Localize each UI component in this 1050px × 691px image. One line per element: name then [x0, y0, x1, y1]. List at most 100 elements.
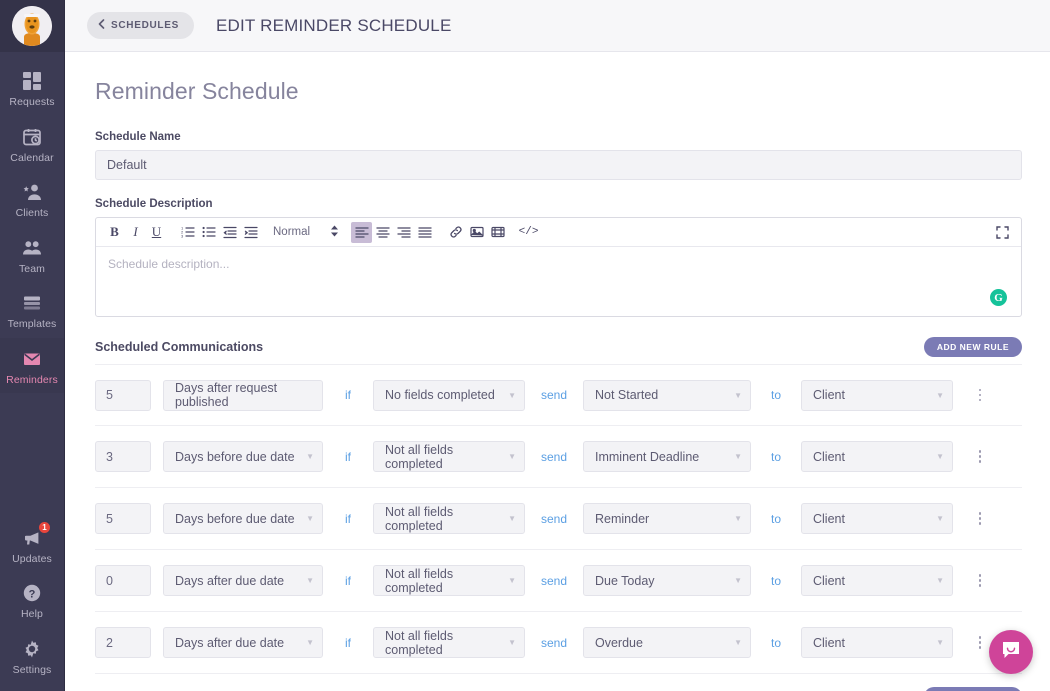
sidebar-item-team[interactable]: Team: [0, 227, 64, 283]
rule-when-select[interactable]: Days after due date ▼: [163, 627, 323, 658]
rule-recipient-select[interactable]: Client ▼: [801, 503, 953, 534]
rule-template-select[interactable]: Imminent Deadline ▼: [583, 441, 751, 472]
chevron-updown-icon: [330, 225, 339, 240]
bold-icon[interactable]: B: [104, 222, 125, 243]
sidebar-item-clients[interactable]: Clients: [0, 171, 64, 227]
rule-options-menu[interactable]: [969, 444, 991, 470]
rule-condition-select[interactable]: No fields completed ▼: [373, 379, 525, 411]
outdent-icon[interactable]: [219, 222, 240, 243]
italic-icon[interactable]: I: [125, 222, 146, 243]
bullet-list-icon[interactable]: [198, 222, 219, 243]
rule-options-menu[interactable]: [969, 568, 991, 594]
sidebar-item-label: Reminders: [6, 373, 58, 386]
rule-row: 5 Days after request published if No fields…: [95, 364, 1022, 426]
people-icon: [22, 237, 42, 259]
editor-toolbar: B I U 123 Normal </>: [96, 218, 1021, 247]
chevron-down-icon: ▼: [936, 390, 944, 400]
align-right-icon[interactable]: [393, 222, 414, 243]
sidebar-item-reminders[interactable]: Reminders: [0, 337, 64, 393]
rule-when-value: Days before due date: [175, 511, 295, 526]
image-icon[interactable]: [466, 222, 487, 243]
video-icon[interactable]: [487, 222, 508, 243]
rule-condition-value: No fields completed: [385, 388, 495, 402]
indent-icon[interactable]: [240, 222, 261, 243]
align-left-icon[interactable]: [351, 221, 373, 243]
rule-days-input[interactable]: 2: [95, 627, 151, 658]
add-new-rule-button-scheduled[interactable]: ADD NEW RULE: [923, 337, 1022, 357]
chevron-down-icon: ▼: [734, 638, 742, 647]
rule-template-select[interactable]: Due Today ▼: [583, 565, 751, 596]
rule-recipient-value: Client: [813, 635, 845, 650]
rule-recipient-select[interactable]: Client ▼: [801, 565, 953, 596]
rule-condition-select[interactable]: Not all fields completed ▼: [373, 503, 525, 534]
sidebar-item-help[interactable]: ? Help: [0, 572, 64, 628]
rule-row: 5 Days before due date ▼ if Not all fields c…: [95, 488, 1022, 550]
rule-condition-value: Not all fields completed: [385, 504, 454, 533]
rule-when-select[interactable]: Days after due date ▼: [163, 565, 323, 596]
rule-when-select[interactable]: Days before due date ▼: [163, 441, 323, 472]
rule-condition-select[interactable]: Not all fields completed ▼: [373, 565, 525, 596]
sidebar-item-label: Requests: [9, 96, 55, 108]
sidebar-item-settings[interactable]: Settings: [0, 628, 64, 684]
page-title: Reminder Schedule: [95, 78, 299, 104]
updates-badge: 1: [38, 520, 51, 534]
expand-icon[interactable]: [993, 223, 1011, 241]
format-select[interactable]: Normal: [267, 225, 345, 240]
chat-widget-button[interactable]: [989, 630, 1033, 674]
schedule-description-textarea[interactable]: Schedule description... G: [96, 247, 1021, 316]
underline-icon[interactable]: U: [146, 222, 167, 243]
rule-condition-select[interactable]: Not all fields completed ▼: [373, 441, 525, 472]
sidebar-item-updates[interactable]: 1 Updates: [0, 517, 64, 573]
rule-days-input[interactable]: 3: [95, 441, 151, 472]
ordered-list-icon[interactable]: 123: [177, 222, 198, 243]
rule-when-select[interactable]: Days before due date ▼: [163, 503, 323, 534]
sidebar-item-requests[interactable]: Requests: [0, 60, 64, 116]
rule-conjunction-send: send: [540, 635, 568, 650]
rule-options-menu[interactable]: [969, 630, 991, 656]
schedule-name-label: Schedule Name: [95, 131, 181, 143]
chevron-down-icon: ▼: [508, 576, 516, 585]
chevron-down-icon: ▼: [508, 452, 516, 461]
rule-recipient-select[interactable]: Client ▼: [801, 441, 953, 472]
rule-days-input[interactable]: 5: [95, 503, 151, 534]
rule-template-select[interactable]: Overdue ▼: [583, 627, 751, 658]
rule-days-input[interactable]: 0: [95, 565, 151, 596]
rule-recipient-value: Client: [813, 511, 845, 526]
rule-template-select[interactable]: Not Started ▼: [583, 379, 751, 411]
avatar-container[interactable]: [0, 0, 64, 52]
layers-icon: [22, 292, 42, 314]
rule-when-value: Days after due date: [175, 635, 285, 650]
align-center-icon[interactable]: [372, 222, 393, 243]
schedule-name-input[interactable]: Default: [95, 150, 1022, 180]
event-notifications-header: Event Notifications ADD NEW RULE: [95, 687, 1022, 691]
rule-options-menu[interactable]: [969, 382, 991, 408]
grid-icon: [22, 70, 42, 92]
sidebar-nav-bottom: 1 Updates ? Help Settings: [0, 517, 64, 691]
rule-template-select[interactable]: Reminder ▼: [583, 503, 751, 534]
rule-options-menu[interactable]: [969, 506, 991, 532]
code-icon[interactable]: </>: [518, 222, 539, 243]
avatar[interactable]: [12, 6, 52, 46]
chevron-down-icon: ▼: [734, 576, 742, 585]
back-to-schedules-button[interactable]: SCHEDULES: [87, 12, 194, 39]
rule-condition-value: Not all fields completed: [385, 442, 454, 471]
chevron-down-icon: ▼: [508, 638, 516, 647]
schedule-description-label: Schedule Description: [95, 198, 213, 210]
scheduled-communications-rules: 5 Days after request published if No fields…: [95, 364, 1022, 674]
editor-placeholder: Schedule description...: [108, 257, 230, 271]
add-new-rule-button-events[interactable]: ADD NEW RULE: [923, 687, 1022, 691]
rule-recipient-select[interactable]: Client ▼: [801, 379, 953, 411]
sidebar-item-calendar[interactable]: Calendar: [0, 116, 64, 172]
rule-when-select[interactable]: Days after request published: [163, 379, 323, 411]
link-icon[interactable]: [445, 222, 466, 243]
chevron-down-icon: ▼: [306, 576, 314, 585]
gear-icon: [22, 638, 42, 660]
sidebar-item-templates[interactable]: Templates: [0, 282, 64, 338]
rule-recipient-select[interactable]: Client ▼: [801, 627, 953, 658]
grammarly-icon[interactable]: G: [990, 289, 1007, 306]
question-icon: ?: [22, 582, 42, 604]
align-justify-icon[interactable]: [414, 222, 435, 243]
rule-days-input[interactable]: 5: [95, 379, 151, 411]
rule-template-value: Overdue: [595, 635, 643, 650]
rule-condition-select[interactable]: Not all fields completed ▼: [373, 627, 525, 658]
